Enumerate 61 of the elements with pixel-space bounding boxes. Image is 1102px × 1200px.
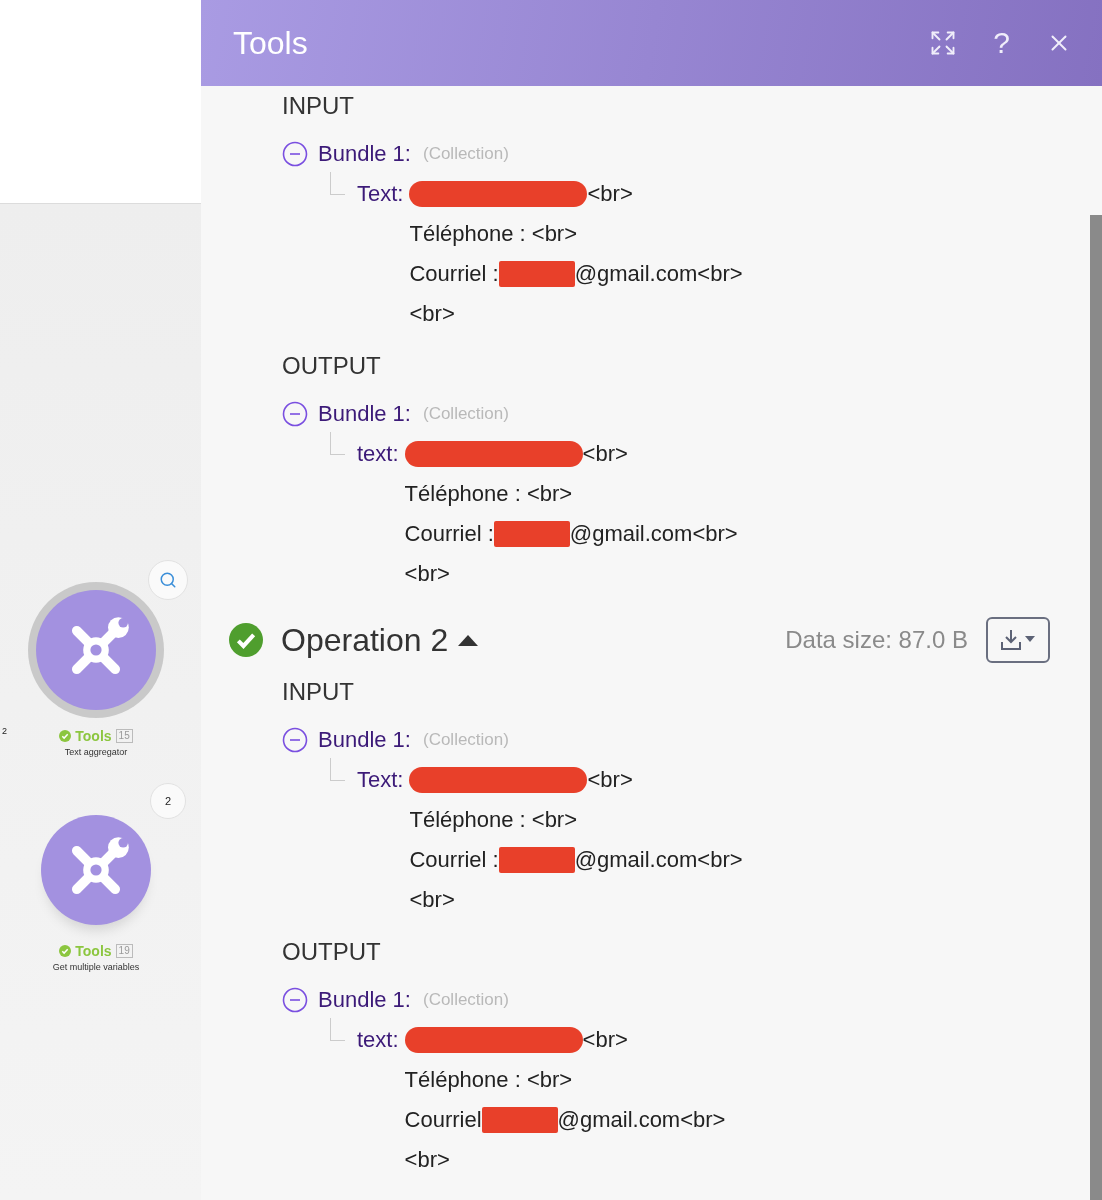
- scrollbar[interactable]: [1090, 215, 1102, 1200]
- caret-up-icon[interactable]: [458, 634, 479, 646]
- value-text: Téléphone : <br>: [404, 1067, 573, 1093]
- section-label: INPUT: [282, 677, 355, 707]
- value-text: Courriel :: [409, 261, 499, 287]
- bundle-type: (Collection): [422, 990, 509, 1010]
- value-text: Téléphone : <br>: [409, 221, 578, 247]
- bundle-type: (Collection): [422, 144, 509, 164]
- value-text: <br>: [409, 301, 455, 327]
- download-button[interactable]: [986, 617, 1050, 663]
- value-text: Courriel :: [409, 847, 499, 873]
- field-key: text:: [357, 434, 399, 474]
- section-label: OUTPUT: [282, 351, 382, 381]
- tree-connector: [330, 172, 345, 195]
- search-button[interactable]: [148, 560, 188, 600]
- data-size: Data size: 87.0 B: [785, 626, 968, 654]
- value-text: Téléphone : <br>: [404, 481, 573, 507]
- panel-title: Tools: [233, 24, 309, 62]
- value-text: Courriel: [404, 1107, 482, 1133]
- value-text: @gmail.com<br>: [574, 261, 743, 287]
- value-text: <br>: [587, 767, 633, 793]
- bundle-label: Bundle 1:: [318, 727, 411, 753]
- bundle-type: (Collection): [422, 404, 509, 424]
- value-text: <br>: [404, 561, 450, 587]
- value-text: <br>: [409, 887, 455, 913]
- operation-title: Operation 2: [281, 621, 449, 659]
- tree-connector: [330, 1018, 345, 1041]
- collapse-icon[interactable]: [282, 401, 308, 427]
- field-key: Text:: [357, 760, 404, 800]
- link-count: 2: [1, 726, 7, 736]
- collapse-icon[interactable]: [282, 141, 308, 167]
- module-caption: Text aggregator: [64, 747, 128, 757]
- module-id: 19: [115, 944, 133, 958]
- bundle-type: (Collection): [422, 730, 509, 750]
- tree-connector: [330, 432, 345, 455]
- download-icon: [1000, 627, 1036, 653]
- section-label: OUTPUT: [282, 937, 382, 967]
- value-text: @gmail.com<br>: [569, 521, 738, 547]
- collapse-icon[interactable]: [282, 987, 308, 1013]
- bundle-label: Bundle 1:: [318, 987, 411, 1013]
- value-text: <br>: [404, 1147, 450, 1173]
- section-label: INPUT: [282, 91, 355, 121]
- operations-count[interactable]: 2: [150, 783, 186, 819]
- field-key: text:: [357, 1020, 399, 1060]
- field-key: Text:: [357, 174, 404, 214]
- value-text: Téléphone : <br>: [409, 807, 578, 833]
- module-caption: Get multiple variables: [52, 962, 140, 972]
- value-text: <br>: [587, 181, 633, 207]
- tree-connector: [330, 758, 345, 781]
- value-text: @gmail.com<br>: [574, 847, 743, 873]
- module-title: Tools: [75, 943, 112, 959]
- bundle-label: Bundle 1:: [318, 401, 411, 427]
- bundle-label: Bundle 1:: [318, 141, 411, 167]
- module-title: Tools: [75, 728, 112, 744]
- value-text: @gmail.com<br>: [557, 1107, 726, 1133]
- value-text: <br>: [582, 441, 628, 467]
- value-text: <br>: [582, 1027, 628, 1053]
- module-id: 15: [115, 729, 133, 743]
- value-text: Courriel :: [404, 521, 494, 547]
- collapse-icon[interactable]: [282, 727, 308, 753]
- search-icon: [159, 571, 177, 589]
